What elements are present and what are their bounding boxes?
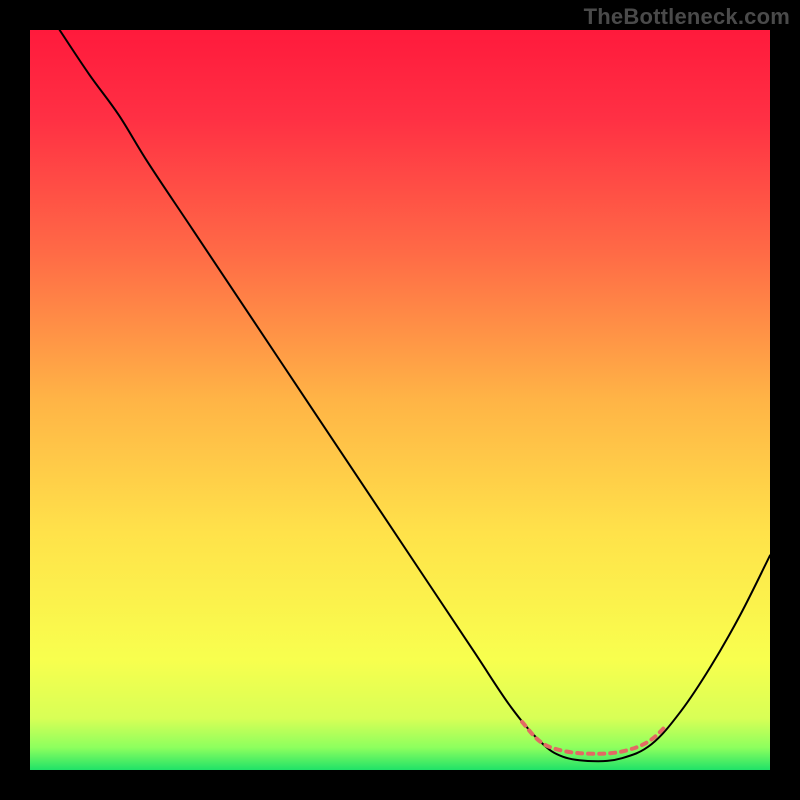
chart-svg (30, 30, 770, 770)
plot-area (30, 30, 770, 770)
gradient-background (30, 30, 770, 770)
watermark-text: TheBottleneck.com (584, 4, 790, 30)
chart-frame: TheBottleneck.com (0, 0, 800, 800)
